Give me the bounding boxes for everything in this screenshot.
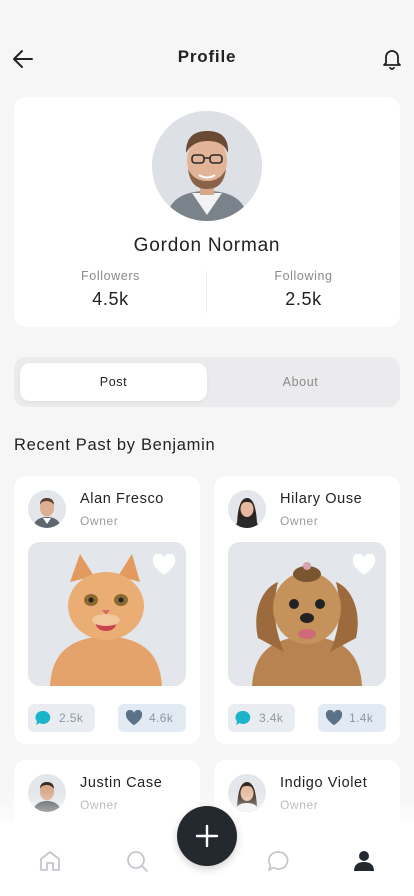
user-icon[interactable]	[352, 849, 376, 873]
author-avatar[interactable]	[228, 490, 266, 528]
like-count: 4.6k	[149, 711, 174, 725]
profile-tabs: Post About	[14, 357, 400, 407]
profile-card: Gordon Norman Followers 4.5k Following 2…	[14, 97, 400, 327]
following-value: 2.5k	[285, 289, 322, 309]
tab-about[interactable]: About	[207, 363, 394, 401]
following-label: Following	[274, 269, 333, 283]
post-image-cat[interactable]	[28, 542, 186, 686]
chat-icon[interactable]	[266, 849, 290, 873]
following-stat[interactable]: Following 2.5k	[207, 269, 400, 310]
heart-icon[interactable]	[152, 554, 176, 576]
followers-label: Followers	[81, 269, 140, 283]
author-role: Owner	[280, 514, 319, 528]
person-portrait-icon	[28, 490, 66, 528]
person-portrait-icon	[152, 111, 262, 221]
like-count-button[interactable]: 1.4k	[318, 704, 386, 732]
author-name[interactable]: Alan Fresco	[80, 491, 164, 507]
search-icon[interactable]	[125, 849, 149, 873]
tab-post[interactable]: Post	[20, 363, 207, 401]
comment-count: 3.4k	[259, 711, 284, 725]
author-role: Owner	[80, 514, 119, 528]
heart-icon	[125, 710, 143, 726]
comment-icon	[35, 710, 51, 725]
page-title: Profile	[177, 47, 237, 66]
post-card[interactable]: Alan Fresco Owner 2.5k 4.6k	[14, 476, 200, 744]
comment-count-button[interactable]: 3.4k	[228, 704, 295, 732]
bell-icon[interactable]	[380, 46, 404, 70]
author-name[interactable]: Justin Case	[80, 775, 162, 791]
post-card[interactable]: Hilary Ouse Owner 3.4k 1.4k	[214, 476, 400, 744]
add-post-button[interactable]	[177, 806, 237, 866]
section-title: Recent Past by Benjamin	[14, 436, 216, 454]
comment-icon	[235, 710, 251, 725]
add-icon	[195, 824, 219, 848]
post-image-dog[interactable]	[228, 542, 386, 686]
comment-count: 2.5k	[59, 711, 84, 725]
like-count: 1.4k	[349, 711, 374, 725]
author-name[interactable]: Indigo Violet	[280, 775, 367, 791]
followers-value: 4.5k	[92, 289, 129, 309]
author-name[interactable]: Hilary Ouse	[280, 491, 362, 507]
app-header: Profile	[0, 0, 414, 96]
heart-icon	[325, 710, 343, 726]
profile-avatar[interactable]	[152, 111, 262, 221]
like-count-button[interactable]: 4.6k	[118, 704, 186, 732]
person-portrait-icon	[228, 490, 266, 528]
author-avatar[interactable]	[28, 490, 66, 528]
heart-icon[interactable]	[352, 554, 376, 576]
home-icon[interactable]	[38, 849, 62, 873]
comment-count-button[interactable]: 2.5k	[28, 704, 95, 732]
followers-stat[interactable]: Followers 4.5k	[14, 269, 207, 310]
profile-name: Gordon Norman	[133, 235, 281, 256]
